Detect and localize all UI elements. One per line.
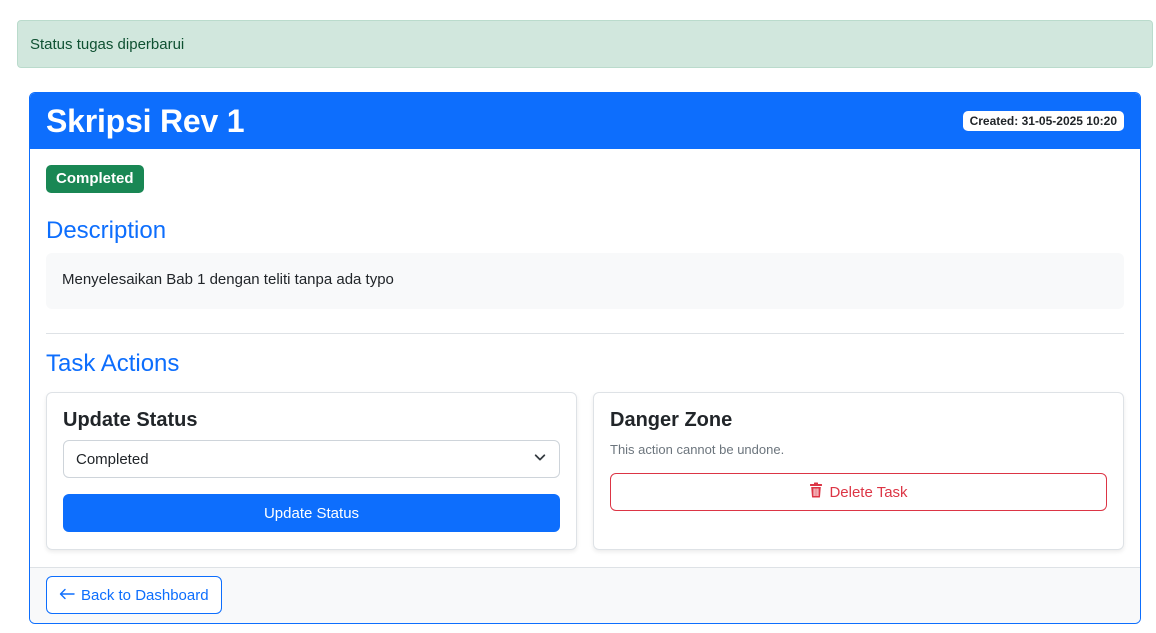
- created-badge: Created: 31-05-2025 10:20: [962, 111, 1124, 131]
- task-card-body: Completed Description Menyelesaikan Bab …: [30, 149, 1140, 569]
- status-select[interactable]: Completed: [63, 440, 560, 478]
- actions-row: Update Status Completed Update Status Da…: [46, 392, 1124, 550]
- description-text: Menyelesaikan Bab 1 dengan teliti tanpa …: [62, 271, 394, 288]
- task-card-footer: Back to Dashboard: [30, 567, 1140, 623]
- description-heading: Description: [46, 217, 167, 244]
- delete-task-button-label: Delete Task: [829, 483, 908, 501]
- danger-zone-card: Danger Zone This action cannot be undone…: [593, 392, 1124, 550]
- task-title: Skripsi Rev 1: [46, 102, 245, 139]
- success-alert: Status tugas diperbarui: [17, 20, 1153, 68]
- chevron-down-icon: [533, 450, 547, 468]
- delete-task-button[interactable]: Delete Task: [610, 473, 1107, 511]
- divider: [46, 333, 1124, 334]
- update-status-title: Update Status: [63, 409, 198, 431]
- danger-zone-note: This action cannot be undone.: [610, 442, 785, 457]
- status-badge: Completed: [46, 165, 144, 193]
- status-select-value: Completed: [76, 450, 149, 468]
- task-actions-heading: Task Actions: [46, 350, 180, 377]
- danger-zone-title: Danger Zone: [610, 409, 733, 431]
- update-status-button-label: Update Status: [263, 504, 360, 522]
- task-card-header: Skripsi Rev 1 Created: 31-05-2025 10:20: [30, 93, 1140, 149]
- update-status-card: Update Status Completed Update Status: [46, 392, 577, 550]
- trash-icon: [809, 482, 823, 502]
- task-card: Skripsi Rev 1 Created: 31-05-2025 10:20 …: [29, 92, 1141, 624]
- alert-message: Status tugas diperbarui: [30, 35, 185, 53]
- update-status-button[interactable]: Update Status: [63, 494, 560, 532]
- description-box: Menyelesaikan Bab 1 dengan teliti tanpa …: [46, 253, 1124, 309]
- back-to-dashboard-button[interactable]: Back to Dashboard: [46, 576, 222, 614]
- arrow-left-icon: [59, 587, 75, 604]
- back-to-dashboard-label: Back to Dashboard: [81, 586, 209, 604]
